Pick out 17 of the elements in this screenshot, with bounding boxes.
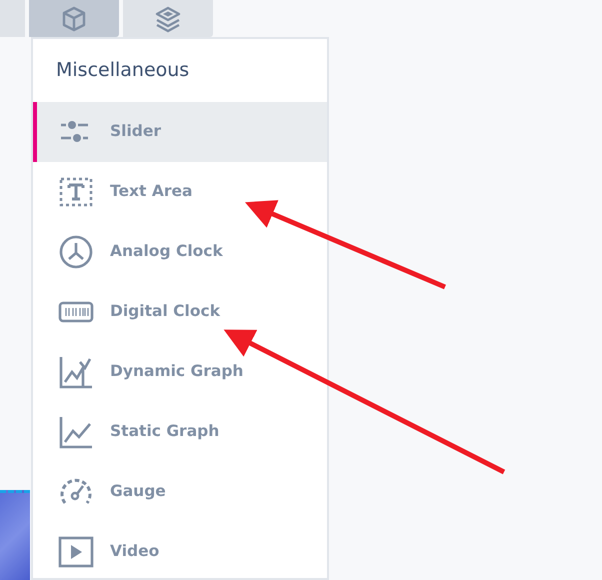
toolbar-tab[interactable] xyxy=(123,0,213,37)
menu-item[interactable]: Dynamic Graph xyxy=(33,342,327,402)
layers-icon xyxy=(154,4,182,32)
menu-item[interactable]: Static Graph xyxy=(33,402,327,462)
toolbar-tab[interactable] xyxy=(29,0,119,37)
menu-item[interactable]: Digital Clock xyxy=(33,282,327,342)
menu-item[interactable]: Gauge xyxy=(33,462,327,522)
menu-item[interactable]: Analog Clock xyxy=(33,222,327,282)
line-chart-icon xyxy=(58,414,94,450)
menu-item[interactable]: Video xyxy=(33,522,327,580)
menu-item[interactable]: Text Area xyxy=(33,162,327,222)
video-icon xyxy=(58,534,94,570)
menu-item[interactable]: Slider xyxy=(33,102,327,162)
menu-title: Miscellaneous xyxy=(55,58,190,83)
graph-icon xyxy=(58,354,94,390)
cube-icon xyxy=(60,4,88,32)
clock-icon xyxy=(58,234,94,270)
